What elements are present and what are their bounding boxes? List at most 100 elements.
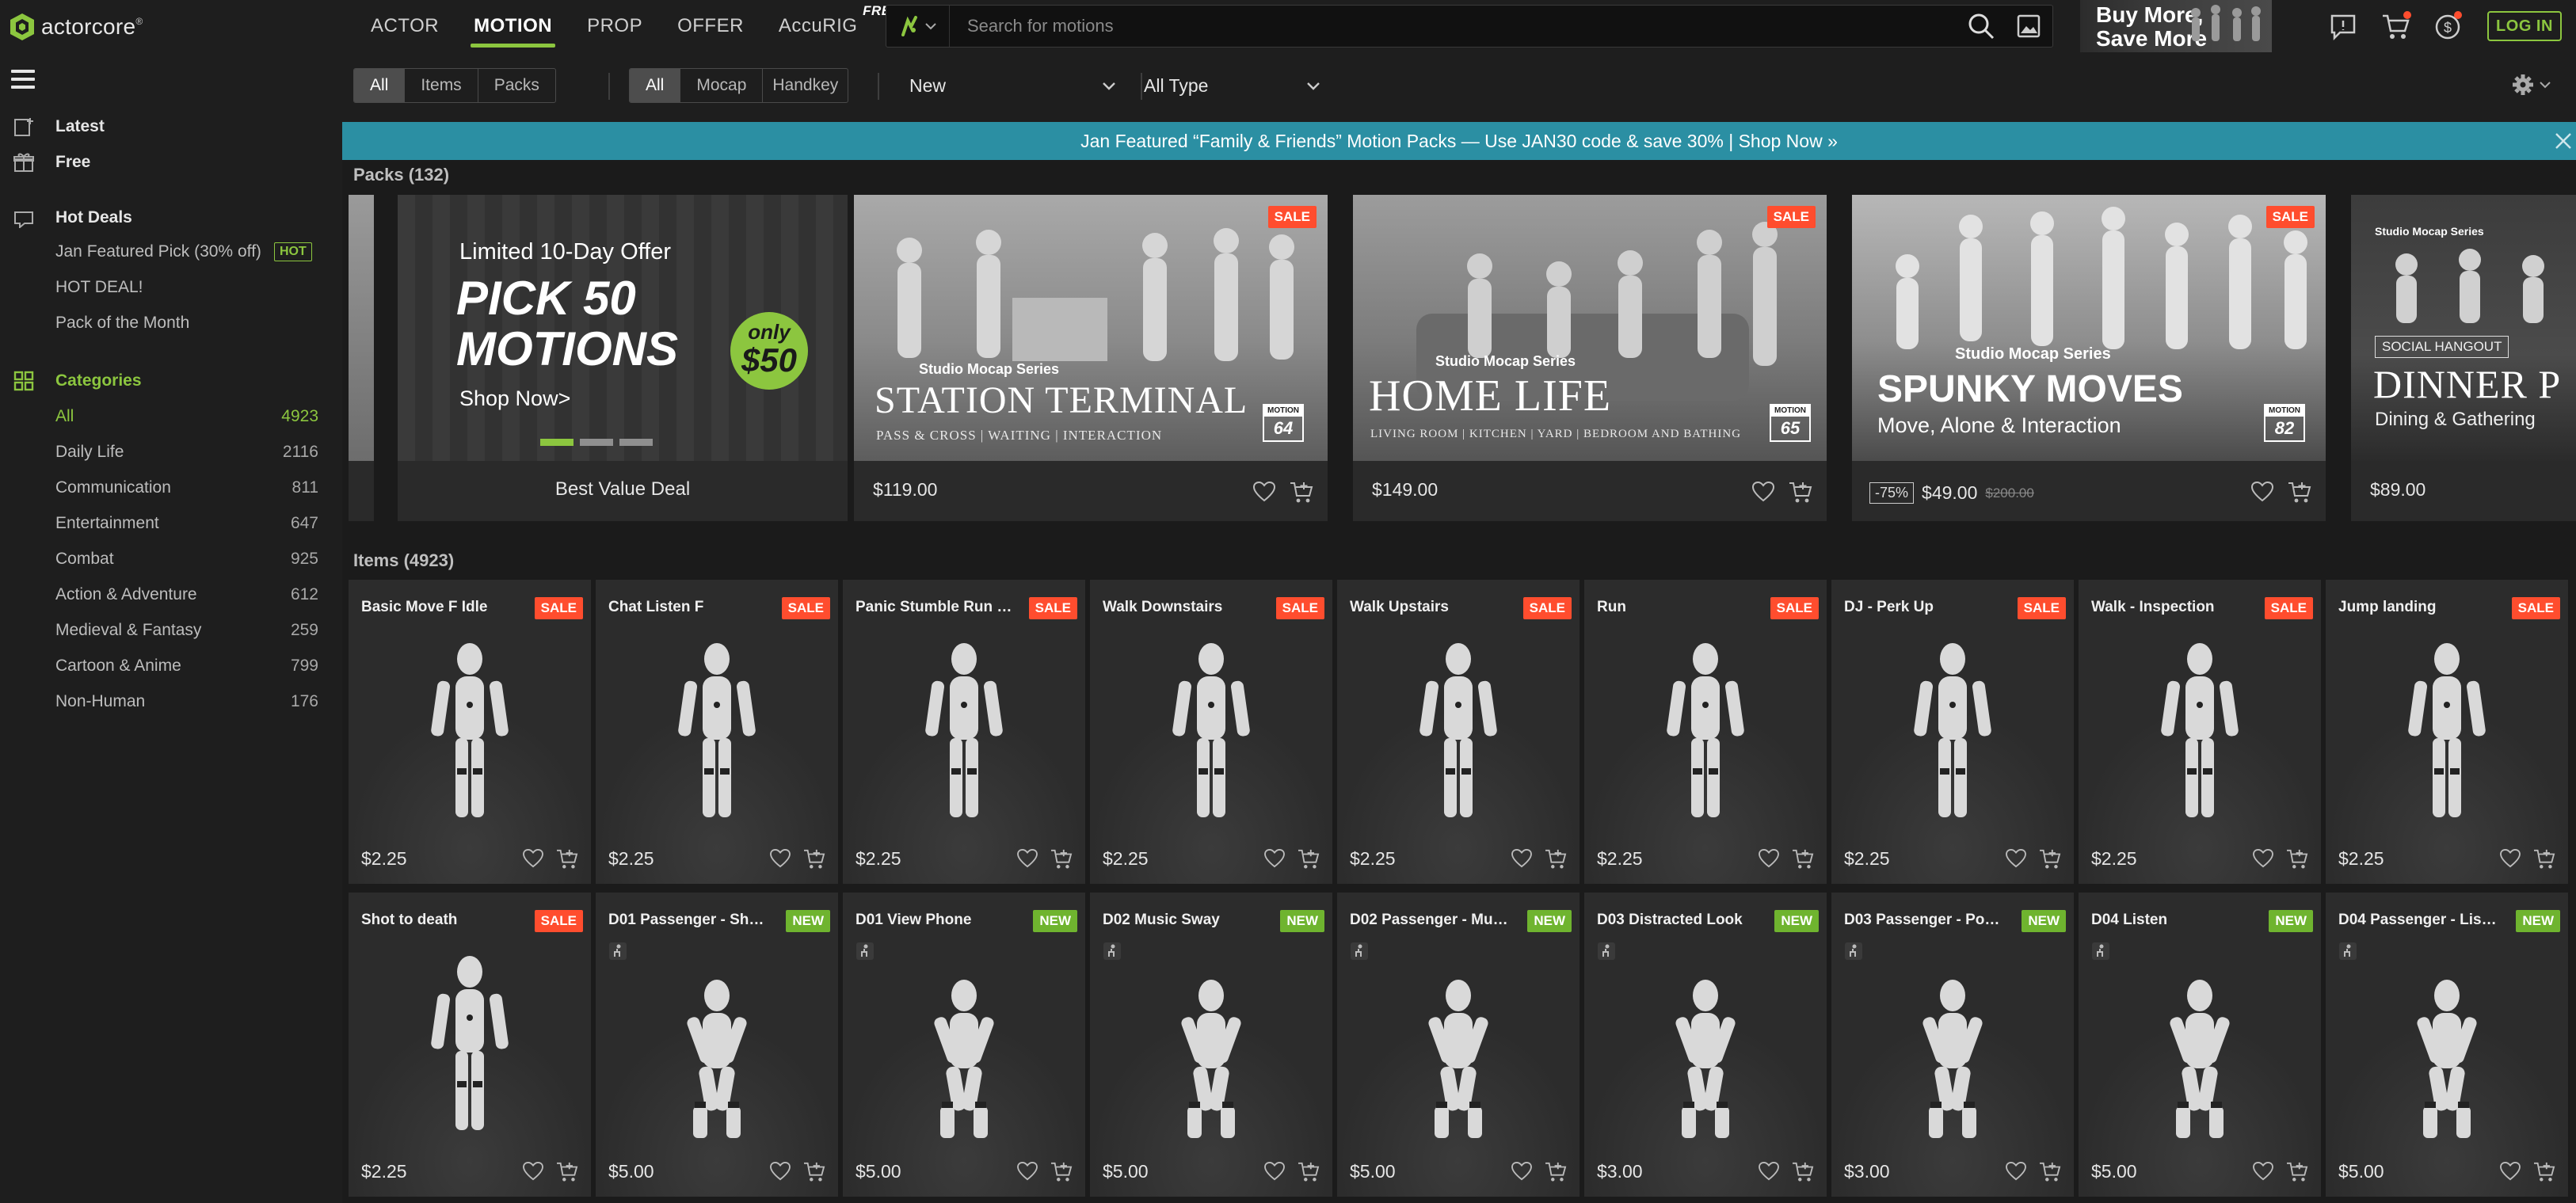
heart-icon[interactable] [2253,849,2273,868]
carousel-dot[interactable] [619,439,653,446]
nav-prop[interactable]: PROP [570,0,660,52]
motion-item-card[interactable]: DJ - Perk Up SALE $2.25 [1831,580,2074,884]
heart-icon[interactable] [2006,1162,2026,1181]
cart-button[interactable] [2380,11,2411,43]
add-to-cart-icon[interactable] [1298,849,1320,870]
source-handkey[interactable]: Handkey [763,69,848,102]
pick-50-offer-card[interactable]: Limited 10-Day Offer PICK 50 MOTIONS onl… [398,195,848,521]
image-search-button[interactable] [2005,6,2052,47]
motion-item-card[interactable]: D04 Listen NEW $5.00 [2079,893,2321,1197]
pack-card-home-life[interactable]: SALE Studio Mocap Series HOME LIFE LIVIN… [1353,195,1827,521]
motion-item-card[interactable]: Chat Listen F SALE $2.25 [596,580,838,884]
add-to-cart-icon[interactable] [1792,849,1814,870]
heart-icon[interactable] [2006,849,2026,868]
heart-icon[interactable] [523,849,543,868]
pack-card-station-terminal[interactable]: SALE Studio Mocap Series STATION TERMINA… [854,195,1328,521]
add-to-cart-icon[interactable] [1789,482,1812,504]
sidebar-category-medieval-fantasy[interactable]: Medieval & Fantasy 259 [0,615,342,646]
motion-item-card[interactable]: D03 Distracted Look NEW $3.00 [1584,893,1827,1197]
add-to-cart-icon[interactable] [1545,1162,1567,1182]
motion-item-card[interactable]: Walk Downstairs SALE $2.25 [1090,580,1332,884]
nav-accurig[interactable]: AccuRIG FREE [761,0,905,52]
sidebar-item-hot-deals[interactable]: Hot Deals [0,202,342,234]
heart-icon[interactable] [1017,849,1038,868]
carousel-dot-active[interactable] [540,439,574,446]
heart-icon[interactable] [2500,849,2521,868]
heart-icon[interactable] [2500,1162,2521,1181]
add-to-cart-icon[interactable] [803,1162,825,1182]
add-to-cart-icon[interactable] [1050,849,1073,870]
add-to-cart-icon[interactable] [2288,482,2311,504]
heart-icon[interactable] [523,1162,543,1181]
sidebar-category-all[interactable]: All 4923 [0,401,342,432]
login-button[interactable]: LOG IN [2487,11,2562,41]
add-to-cart-icon[interactable] [2286,1162,2308,1182]
motion-item-card[interactable]: D02 Music Sway NEW $5.00 [1090,893,1332,1197]
add-to-cart-icon[interactable] [1298,1162,1320,1182]
heart-icon[interactable] [1752,482,1774,502]
sidebar-item-free[interactable]: Free [0,147,342,178]
add-to-cart-icon[interactable] [556,849,578,870]
sidebar-category-action-adventure[interactable]: Action & Adventure 612 [0,579,342,611]
heart-icon[interactable] [1264,1162,1285,1181]
sort-dropdown[interactable]: New [909,68,1117,103]
pack-card-partial[interactable] [349,195,374,521]
sidebar-deal-hot-deal[interactable]: HOT DEAL! [0,272,342,303]
sidebar-category-combat[interactable]: Combat 925 [0,543,342,575]
search-type-dropdown[interactable] [886,6,950,47]
announcement-bar[interactable]: Jan Featured “Family & Friends” Motion P… [342,122,2576,160]
messages-button[interactable] [2327,11,2359,43]
add-to-cart-icon[interactable] [2533,849,2555,870]
scope-all[interactable]: All [354,69,406,102]
sidebar-deal-jan-featured[interactable]: Jan Featured Pick (30% off) HOT [0,236,342,268]
motion-item-card[interactable]: Walk - Inspection SALE $2.25 [2079,580,2321,884]
motion-item-card[interactable]: D01 Passenger - Share... NEW $5.00 [596,893,838,1197]
sidebar-category-entertainment[interactable]: Entertainment 647 [0,508,342,539]
add-to-cart-icon[interactable] [1545,849,1567,870]
hamburger-icon[interactable] [11,70,35,89]
heart-icon[interactable] [1759,849,1779,868]
add-to-cart-icon[interactable] [2286,849,2308,870]
heart-icon[interactable] [770,849,791,868]
sidebar-category-daily-life[interactable]: Daily Life 2116 [0,436,342,468]
offer-cta[interactable]: Shop Now> [459,386,570,411]
scope-items[interactable]: Items [405,69,478,102]
nav-actor[interactable]: ACTOR [353,0,456,52]
points-button[interactable]: $ [2432,11,2464,43]
sidebar-category-communication[interactable]: Communication 811 [0,472,342,504]
add-to-cart-icon[interactable] [556,1162,578,1182]
add-to-cart-icon[interactable] [1290,482,1313,504]
motion-item-card[interactable]: D03 Passenger - Point F NEW $3.00 [1831,893,2074,1197]
brand-logo[interactable]: actorcore ® [10,10,143,44]
nav-offer[interactable]: OFFER [660,0,761,52]
motion-item-card[interactable]: D04 Passenger - Listen NEW $5.00 [2326,893,2568,1197]
motion-item-card[interactable]: Shot to death SALE $2.25 [349,893,591,1197]
add-to-cart-icon[interactable] [803,849,825,870]
sidebar-deal-pack-of-month[interactable]: Pack of the Month [0,307,342,339]
source-mocap[interactable]: Mocap [680,69,764,102]
add-to-cart-icon[interactable] [2039,1162,2061,1182]
heart-icon[interactable] [2253,1162,2273,1181]
add-to-cart-icon[interactable] [1050,1162,1073,1182]
heart-icon[interactable] [1511,849,1532,868]
heart-icon[interactable] [1264,849,1285,868]
carousel-dot[interactable] [580,439,613,446]
pack-card-spunky-moves[interactable]: SALE Studio Mocap Series SPUNKY MOVES Mo… [1852,195,2326,521]
heart-icon[interactable] [2251,482,2273,502]
motion-item-card[interactable]: D02 Passenger - Musi... NEW $5.00 [1337,893,1580,1197]
sidebar-category-non-human[interactable]: Non-Human 176 [0,686,342,718]
add-to-cart-icon[interactable] [1792,1162,1814,1182]
motion-item-card[interactable]: Panic Stumble Run M02 SALE $2.25 [843,580,1085,884]
sidebar-category-cartoon-anime[interactable]: Cartoon & Anime 799 [0,650,342,682]
nav-motion[interactable]: MOTION [456,0,570,52]
close-icon[interactable] [2554,131,2573,150]
settings-button[interactable] [2511,73,2551,97]
heart-icon[interactable] [1017,1162,1038,1181]
add-to-cart-icon[interactable] [2039,849,2061,870]
motion-item-card[interactable]: D01 View Phone NEW $5.00 [843,893,1085,1197]
type-dropdown[interactable]: All Type [1144,68,1321,103]
motion-item-card[interactable]: Basic Move F Idle SALE $2.25 [349,580,591,884]
sidebar-item-latest[interactable]: Latest [0,111,342,143]
motion-item-card[interactable]: Run SALE $2.25 [1584,580,1827,884]
motion-item-card[interactable]: Walk Upstairs SALE $2.25 [1337,580,1580,884]
